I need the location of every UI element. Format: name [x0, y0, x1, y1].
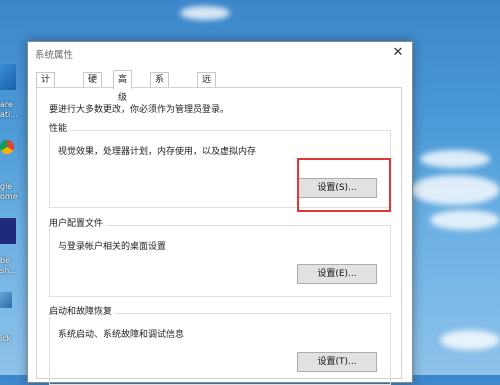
desktop-icon-label: gle ome — [0, 182, 18, 201]
cloud — [410, 175, 500, 205]
user-profiles-settings-button[interactable]: 设置(E)... — [297, 264, 377, 284]
system-properties-window: 系统属性 ✕ 计算机名 硬件 高级 系统保护 远程 要进行大多数更改，你必须作为… — [27, 41, 413, 385]
cloud — [440, 330, 500, 350]
advanced-tab-panel: 要进行大多数更改，你必须作为管理员登录。 性能 视觉效果，处理器计划，内存使用，… — [36, 87, 402, 385]
adobe-icon[interactable] — [0, 218, 16, 244]
shortcut-icon[interactable] — [0, 292, 12, 308]
cloud — [420, 150, 490, 168]
user-profiles-group: 用户配置文件 与登录帐户相关的桌面设置 设置(E)... — [49, 216, 391, 297]
title-bar[interactable]: 系统属性 ✕ — [28, 42, 412, 64]
cloud — [180, 6, 230, 20]
performance-description: 视觉效果，处理器计划，内存使用，以及虚拟内存 — [58, 147, 257, 157]
admin-note: 要进行大多数更改，你必须作为管理员登录。 — [49, 105, 230, 115]
tab-advanced[interactable]: 高级 — [113, 70, 133, 103]
user-profiles-description: 与登录帐户相关的桌面设置 — [58, 242, 167, 252]
tab-remote[interactable]: 远程 — [197, 72, 217, 100]
tab-hardware[interactable]: 硬件 — [83, 72, 103, 100]
desktop-icon-label: are ati... — [0, 100, 18, 119]
chrome-icon[interactable] — [0, 140, 14, 154]
highlight-box — [297, 158, 391, 212]
startup-recovery-label: 启动和故障恢复 — [49, 304, 116, 317]
startup-recovery-group: 启动和故障恢复 系统启动、系统故障和调试信息 设置(T)... — [49, 304, 391, 385]
desktop-icons: are ati... gle ome be sh... ick — [0, 0, 30, 375]
cloud — [430, 210, 500, 230]
startup-recovery-description: 系统启动、系统故障和调试信息 — [58, 330, 185, 340]
desktop-icon-label: ick — [0, 334, 12, 343]
tab-computer-name[interactable]: 计算机名 — [36, 72, 56, 130]
desktop-icon-label: be sh... — [0, 256, 17, 275]
close-icon[interactable]: ✕ — [390, 45, 406, 61]
window-title: 系统属性 — [35, 50, 74, 61]
user-profiles-label: 用户配置文件 — [49, 216, 107, 229]
app-icon[interactable] — [0, 64, 16, 90]
startup-recovery-settings-button[interactable]: 设置(T)... — [297, 352, 377, 372]
performance-label: 性能 — [49, 121, 71, 134]
tab-system-protection[interactable]: 系统保护 — [150, 72, 170, 130]
